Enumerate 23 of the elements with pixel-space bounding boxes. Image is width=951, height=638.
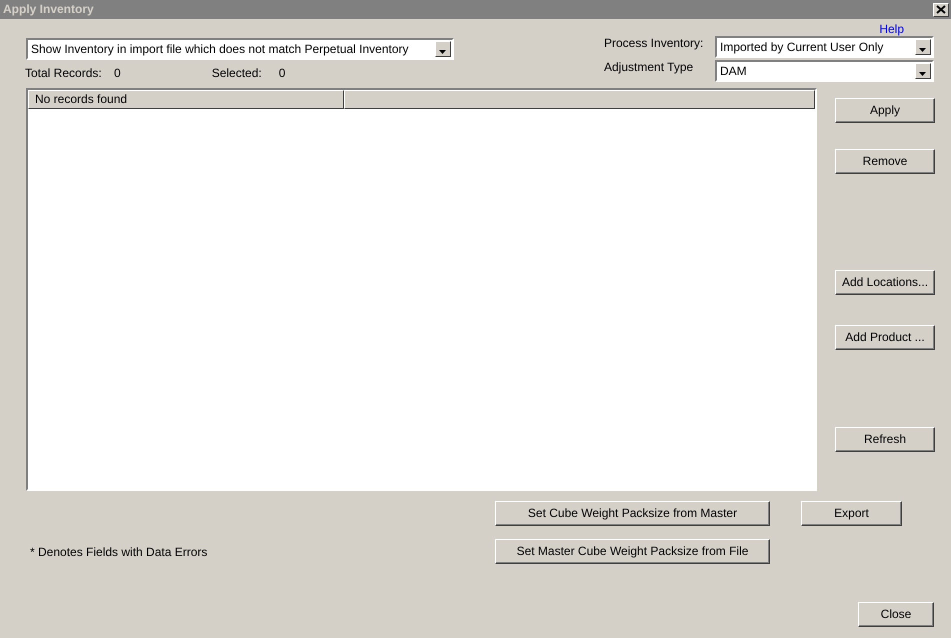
window-title: Apply Inventory	[3, 1, 94, 18]
export-button[interactable]: Export	[801, 501, 902, 526]
adjustment-type-dropdown[interactable]: DAM	[715, 60, 934, 82]
field-label: Adjustment Type	[604, 60, 694, 76]
column-header[interactable]: No records found	[28, 90, 344, 109]
close-icon[interactable]	[933, 2, 949, 16]
filter-dropdown[interactable]: Show Inventory in import file which does not match Perpetual Inventory	[26, 38, 454, 60]
totals-value: 0	[114, 65, 121, 82]
side-button[interactable]: Apply	[835, 98, 935, 123]
totals-value: 0	[278, 65, 286, 82]
help-link[interactable]: Help	[879, 22, 904, 36]
action-button[interactable]: Set Master Cube Weight Packsize from File	[495, 539, 770, 564]
totals-label: Selected:	[212, 65, 263, 82]
side-button[interactable]: Add Product ...	[835, 325, 935, 350]
process-inventory-dropdown[interactable]: Imported by Current User Only	[715, 36, 934, 58]
action-button[interactable]: Set Cube Weight Packsize from Master	[495, 501, 770, 526]
totals-label: Total Records:	[25, 65, 103, 82]
side-button[interactable]: Remove	[835, 149, 935, 174]
side-button[interactable]: Refresh	[835, 427, 935, 452]
close-button[interactable]: Close	[858, 602, 934, 627]
side-button[interactable]: Add Locations...	[835, 270, 935, 295]
note-text: * Denotes Fields with Data Errors	[30, 544, 208, 561]
field-label: Process Inventory:	[604, 36, 704, 52]
